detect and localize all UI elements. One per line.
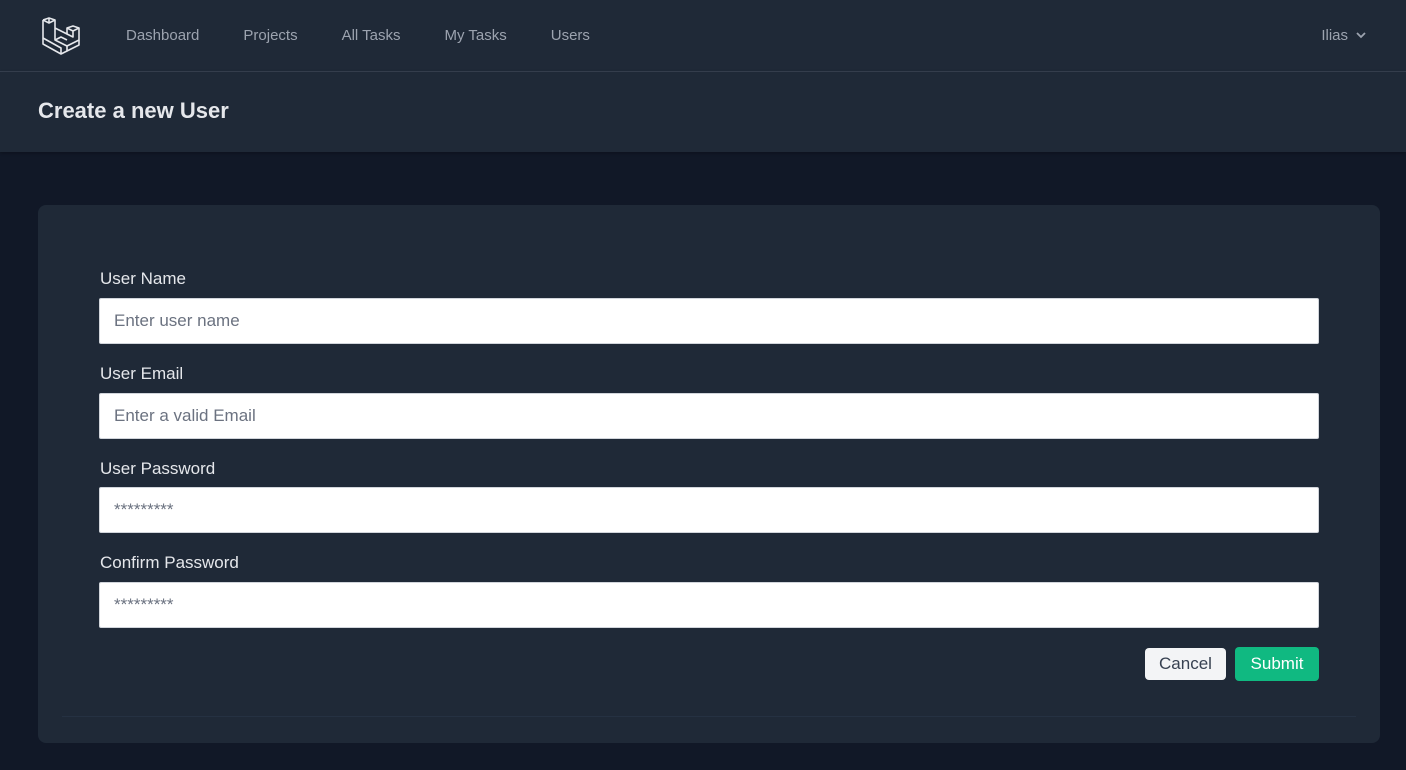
- nav-links: Dashboard Projects All Tasks My Tasks Us…: [126, 0, 634, 71]
- create-user-form-card: User Name User Email User Password Confi…: [38, 205, 1380, 743]
- top-navbar: Dashboard Projects All Tasks My Tasks Us…: [0, 0, 1406, 72]
- user-password-label: User Password: [100, 459, 216, 478]
- submit-button[interactable]: Submit: [1235, 647, 1319, 681]
- user-password-input[interactable]: [99, 487, 1319, 533]
- laravel-logo-icon[interactable]: [40, 16, 80, 56]
- user-email-label: User Email: [100, 364, 184, 383]
- nav-link-all-tasks[interactable]: All Tasks: [342, 0, 401, 71]
- confirm-password-input[interactable]: [99, 582, 1319, 628]
- user-name: Ilias: [1321, 27, 1348, 44]
- user-name-label: User Name: [100, 269, 186, 288]
- user-name-input[interactable]: [99, 298, 1319, 344]
- cancel-button[interactable]: Cancel: [1145, 648, 1226, 680]
- nav-link-dashboard[interactable]: Dashboard: [126, 0, 199, 71]
- nav-link-users[interactable]: Users: [551, 0, 590, 71]
- nav-link-my-tasks[interactable]: My Tasks: [445, 0, 507, 71]
- page-title: Create a new User: [38, 98, 229, 123]
- user-menu-dropdown[interactable]: Ilias: [1321, 0, 1366, 71]
- confirm-password-label: Confirm Password: [100, 553, 239, 572]
- nav-link-projects[interactable]: Projects: [243, 0, 297, 71]
- page-header: Create a new User: [0, 72, 1406, 152]
- chevron-down-icon: [1356, 32, 1366, 39]
- user-email-input[interactable]: [99, 393, 1319, 439]
